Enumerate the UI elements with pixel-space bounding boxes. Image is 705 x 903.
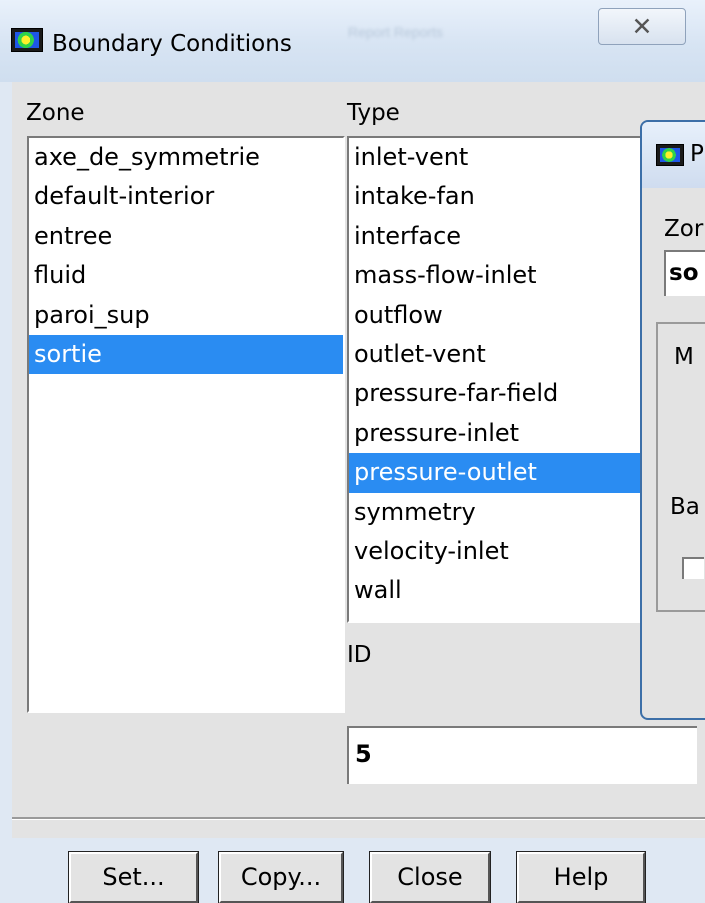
backflow-label: Ba	[670, 494, 700, 520]
id-label: ID	[347, 642, 372, 668]
id-value: 5	[355, 740, 372, 768]
type-label: Type	[347, 100, 400, 126]
zone-list-item[interactable]: paroi_sup	[29, 296, 343, 335]
id-field: 5	[347, 726, 697, 784]
help-button[interactable]: Help	[516, 851, 646, 903]
zone-list[interactable]: axe_de_symmetrie default-interior entree fl…	[27, 136, 345, 713]
title-bar: Report Reports Boundary Conditions ✕	[0, 0, 705, 82]
dialog-body: Zone axe_de_symmetrie default-interior ent…	[12, 82, 705, 903]
background-window-text: Report Reports	[348, 24, 443, 40]
zone-label: Zone	[26, 100, 85, 126]
zone-list-item[interactable]: axe_de_symmetrie	[29, 138, 343, 177]
backflow-checkbox[interactable]	[682, 557, 704, 579]
button-divider	[12, 817, 705, 820]
overlapping-zone-value: so	[669, 260, 699, 286]
set-button[interactable]: Set...	[68, 851, 199, 903]
momentum-tab-label[interactable]: M	[674, 344, 694, 370]
close-icon: ✕	[631, 12, 653, 41]
window-title: Boundary Conditions	[52, 31, 292, 57]
close-window-button[interactable]: ✕	[598, 8, 686, 45]
overlapping-dialog-title: P	[690, 141, 704, 167]
zone-list-item[interactable]: default-interior	[29, 177, 343, 216]
overlapping-zone-field[interactable]: so	[664, 250, 705, 296]
zone-list-item[interactable]: entree	[29, 217, 343, 256]
fluent-app-icon	[656, 144, 684, 166]
overlapping-zone-label: Zor	[664, 216, 704, 242]
copy-button[interactable]: Copy...	[218, 851, 344, 903]
close-button[interactable]: Close	[369, 851, 491, 903]
overlapping-dialog[interactable]: P Zor so M Ba	[640, 120, 705, 720]
zone-list-item[interactable]: fluid	[29, 256, 343, 295]
zone-list-item[interactable]: sortie	[29, 334, 343, 375]
overlapping-dialog-titlebar: P	[642, 122, 705, 188]
fluent-app-icon	[11, 28, 43, 52]
